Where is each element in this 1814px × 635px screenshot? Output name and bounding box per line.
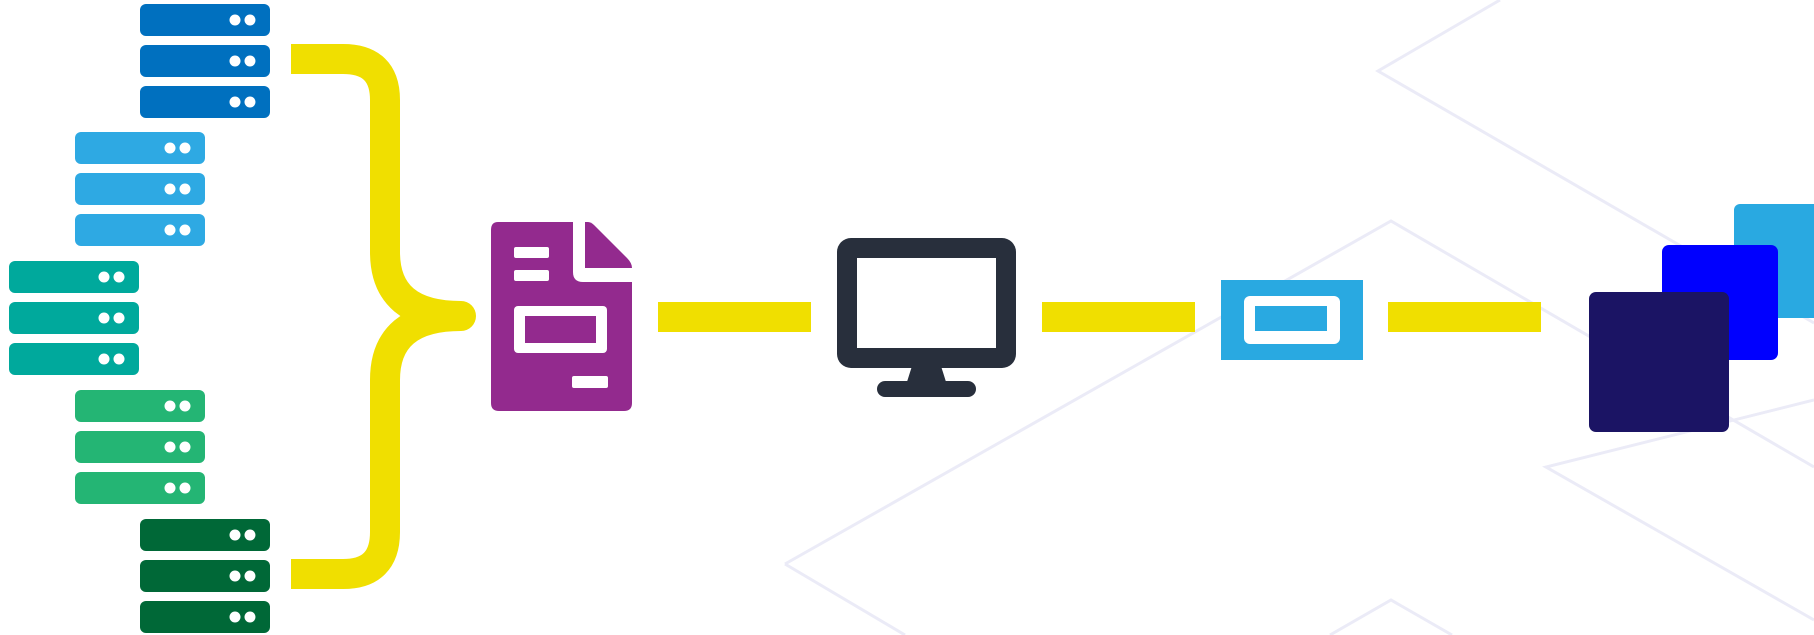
document-icon <box>491 222 632 411</box>
connector-monitor-to-window <box>1042 302 1195 332</box>
monitor-base <box>877 381 976 397</box>
data-flow-diagram <box>9 0 1814 635</box>
document-line-2 <box>514 270 549 281</box>
window-bar <box>1255 306 1327 331</box>
server-status-dot <box>229 96 241 108</box>
server-status-dot <box>113 353 125 365</box>
flow-connectors <box>658 302 1541 332</box>
background-line <box>1542 398 1814 622</box>
server-status-dot <box>113 271 125 283</box>
server-status-dot <box>164 224 176 236</box>
server-status-dot <box>98 271 110 283</box>
server-stacks <box>9 4 270 633</box>
server-group-4 <box>75 390 205 504</box>
server-status-dot <box>179 482 191 494</box>
server-status-dot <box>244 611 256 623</box>
server-status-dot <box>179 441 191 453</box>
connector-document-to-monitor <box>658 302 811 332</box>
stack-square-front <box>1589 292 1729 432</box>
server-unit-icon <box>140 45 270 77</box>
server-unit-icon <box>140 86 270 118</box>
curly-brace-connector <box>291 44 476 589</box>
server-status-dot <box>244 14 256 26</box>
server-status-dot <box>98 312 110 324</box>
server-unit-icon <box>75 472 205 504</box>
server-status-dot <box>244 96 256 108</box>
document-line-1 <box>514 247 549 258</box>
server-status-dot <box>113 312 125 324</box>
background-line <box>784 562 906 635</box>
background-line <box>1329 598 1453 635</box>
server-status-dot <box>229 529 241 541</box>
server-status-dot <box>179 400 191 412</box>
server-status-dot <box>164 441 176 453</box>
server-status-dot <box>229 570 241 582</box>
stacked-squares-icon <box>1589 204 1814 432</box>
monitor-icon <box>837 238 1016 397</box>
server-status-dot <box>229 611 241 623</box>
server-status-dot <box>179 183 191 195</box>
window-icon <box>1221 280 1363 360</box>
server-status-dot <box>244 529 256 541</box>
server-unit-icon <box>75 431 205 463</box>
server-status-dot <box>179 224 191 236</box>
diagram-canvas <box>0 0 1814 635</box>
server-status-dot <box>179 142 191 154</box>
document-line-3 <box>572 376 608 388</box>
server-unit-icon <box>75 173 205 205</box>
server-status-dot <box>164 142 176 154</box>
server-status-dot <box>164 482 176 494</box>
server-status-dot <box>244 570 256 582</box>
server-group-5 <box>140 519 270 633</box>
server-unit-icon <box>75 132 205 164</box>
server-group-2 <box>75 132 205 246</box>
server-status-dot <box>98 353 110 365</box>
server-unit-icon <box>75 214 205 246</box>
document-block <box>525 316 596 343</box>
server-status-dot <box>164 400 176 412</box>
server-unit-icon <box>140 560 270 592</box>
document-folded-corner <box>585 222 632 268</box>
server-status-dot <box>229 14 241 26</box>
server-status-dot <box>244 55 256 67</box>
server-unit-icon <box>9 343 139 375</box>
server-unit-icon <box>140 519 270 551</box>
server-unit-icon <box>75 390 205 422</box>
server-unit-icon <box>140 4 270 36</box>
server-group-3 <box>9 261 139 375</box>
server-status-dot <box>164 183 176 195</box>
server-unit-icon <box>9 302 139 334</box>
server-unit-icon <box>140 601 270 633</box>
server-group-1 <box>140 4 270 118</box>
monitor-screen <box>857 258 996 348</box>
connector-window-to-stack <box>1388 302 1541 332</box>
server-unit-icon <box>9 261 139 293</box>
server-status-dot <box>229 55 241 67</box>
